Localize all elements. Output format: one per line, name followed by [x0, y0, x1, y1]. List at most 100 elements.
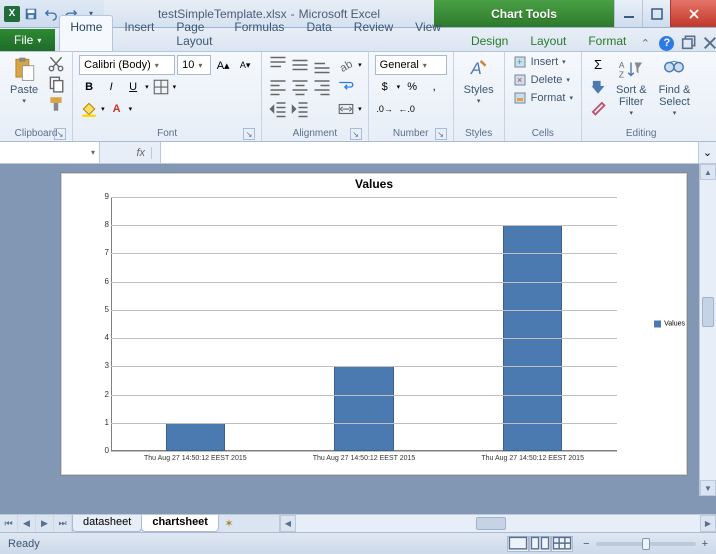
chart[interactable]: Values 0123456789 Thu Aug 27 14:50:12 EE… [60, 172, 688, 476]
merge-center-icon[interactable] [336, 99, 356, 119]
border-icon[interactable] [151, 77, 171, 97]
increase-font-icon[interactable]: A▴ [213, 55, 233, 75]
help-icon[interactable]: ? [659, 36, 674, 51]
tab-review[interactable]: Review [343, 15, 404, 51]
tab-view[interactable]: View [404, 15, 452, 51]
scroll-thumb[interactable] [702, 297, 714, 327]
zoom-out-icon[interactable]: − [583, 538, 589, 550]
horizontal-scrollbar[interactable]: ◀ ▶ [279, 515, 716, 532]
number-launcher-icon[interactable]: ↘ [435, 128, 447, 140]
group-alignment: ab▾ ▾ Alignment↘ [262, 52, 369, 141]
tab-formulas[interactable]: Formulas [223, 15, 295, 51]
svg-text:+: + [517, 57, 522, 67]
font-name-combo[interactable]: Calibri (Body)▾ [79, 55, 175, 75]
scroll-left-icon[interactable]: ◀ [280, 515, 296, 532]
tab-data[interactable]: Data [295, 15, 342, 51]
align-bottom-icon[interactable] [312, 55, 332, 75]
decrease-font-icon[interactable]: A▾ [235, 55, 255, 75]
accounting-format-icon[interactable]: $ [375, 77, 395, 97]
sheet-tab-chartsheet[interactable]: chartsheet [141, 515, 219, 532]
percent-format-icon[interactable]: % [402, 77, 422, 97]
clipboard-launcher-icon[interactable]: ↘ [54, 128, 66, 140]
zoom-in-icon[interactable]: + [702, 538, 708, 550]
close-button[interactable] [670, 0, 716, 27]
paste-button[interactable]: Paste▾ [6, 54, 42, 108]
alignment-launcher-icon[interactable]: ↘ [350, 128, 362, 140]
prev-sheet-icon[interactable]: ◀ [18, 515, 36, 532]
sort-filter-button[interactable]: AZ Sort & Filter▾ [612, 54, 651, 120]
fx-button[interactable]: fx [130, 147, 152, 159]
group-font: Calibri (Body)▾ 10▾ A▴ A▾ B I U▾ ▾ ▾ A▾ … [73, 52, 262, 141]
page-break-view-icon[interactable] [551, 536, 573, 552]
tab-page-layout[interactable]: Page Layout [165, 15, 223, 51]
fill-color-icon[interactable] [79, 99, 99, 119]
bold-button[interactable]: B [79, 77, 99, 97]
page-layout-view-icon[interactable] [529, 536, 551, 552]
format-painter-icon[interactable] [46, 94, 66, 114]
zoom-slider[interactable] [596, 542, 696, 546]
delete-cells-button[interactable]: ×Delete ▾ [511, 72, 572, 88]
group-clipboard: Paste▾ Clipboard↘ [0, 52, 73, 141]
first-sheet-icon[interactable]: ⏮ [0, 515, 18, 532]
sheet-tab-datasheet[interactable]: datasheet [72, 515, 142, 532]
window-close-icon[interactable] [702, 35, 716, 51]
undo-icon[interactable] [42, 5, 60, 23]
expand-formula-icon[interactable]: ⌄ [698, 142, 716, 163]
underline-button[interactable]: U [123, 77, 143, 97]
tab-insert[interactable]: Insert [113, 15, 165, 51]
minimize-ribbon-icon[interactable]: ⌃ [637, 35, 653, 51]
tab-layout[interactable]: Layout [519, 29, 577, 51]
clear-icon[interactable] [588, 98, 608, 118]
insert-sheet-icon[interactable]: ✶ [219, 515, 239, 532]
group-label-styles: Styles [465, 128, 492, 139]
orientation-icon[interactable]: ab [336, 55, 356, 75]
insert-cells-button[interactable]: +Insert ▾ [511, 54, 568, 70]
align-center-icon[interactable] [290, 77, 310, 97]
tab-format[interactable]: Format [577, 29, 637, 51]
increase-indent-icon[interactable] [290, 99, 310, 119]
last-sheet-icon[interactable]: ⏭ [54, 515, 72, 532]
align-top-icon[interactable] [268, 55, 288, 75]
wrap-text-icon[interactable] [336, 77, 356, 97]
decrease-decimal-icon[interactable]: ←.0 [397, 99, 417, 119]
font-color-icon[interactable]: A [107, 99, 127, 119]
formula-input[interactable] [160, 142, 698, 163]
increase-decimal-icon[interactable]: .0→ [375, 99, 395, 119]
maximize-button[interactable] [642, 0, 670, 27]
align-right-icon[interactable] [312, 77, 332, 97]
font-launcher-icon[interactable]: ↘ [243, 128, 255, 140]
fill-icon[interactable] [588, 76, 608, 96]
comma-format-icon[interactable]: , [424, 77, 444, 97]
minimize-button[interactable] [614, 0, 642, 27]
scroll-up-icon[interactable]: ▲ [700, 164, 716, 180]
italic-button[interactable]: I [101, 77, 121, 97]
tab-home[interactable]: Home [59, 15, 113, 51]
align-left-icon[interactable] [268, 77, 288, 97]
bar[interactable] [334, 366, 393, 451]
decrease-indent-icon[interactable] [268, 99, 288, 119]
number-format-combo[interactable]: General▾ [375, 55, 447, 75]
find-select-button[interactable]: Find & Select▾ [655, 54, 695, 120]
next-sheet-icon[interactable]: ▶ [36, 515, 54, 532]
copy-icon[interactable] [46, 74, 66, 94]
name-box[interactable]: ▾ [0, 142, 100, 163]
save-icon[interactable] [22, 5, 40, 23]
scroll-right-icon[interactable]: ▶ [700, 515, 716, 532]
vertical-scrollbar[interactable]: ▲ ▼ [699, 164, 716, 496]
styles-button[interactable]: A Styles▾ [460, 54, 498, 108]
align-middle-icon[interactable] [290, 55, 310, 75]
window-restore-icon[interactable] [680, 35, 696, 51]
autosum-icon[interactable]: Σ [588, 54, 608, 74]
scroll-down-icon[interactable]: ▼ [700, 480, 716, 496]
cut-icon[interactable] [46, 54, 66, 74]
file-tab[interactable]: File▾ [0, 29, 55, 51]
bar[interactable] [166, 423, 225, 451]
font-size-combo[interactable]: 10▾ [177, 55, 211, 75]
x-label: Thu Aug 27 14:50:12 EEST 2015 [481, 455, 584, 462]
group-cells: +Insert ▾ ×Delete ▾ Format ▾ Cells [505, 52, 582, 141]
group-label-font: Font [157, 128, 177, 139]
format-cells-button[interactable]: Format ▾ [511, 90, 575, 106]
hscroll-thumb[interactable] [476, 517, 506, 530]
tab-design[interactable]: Design [460, 29, 519, 51]
normal-view-icon[interactable] [507, 536, 529, 552]
